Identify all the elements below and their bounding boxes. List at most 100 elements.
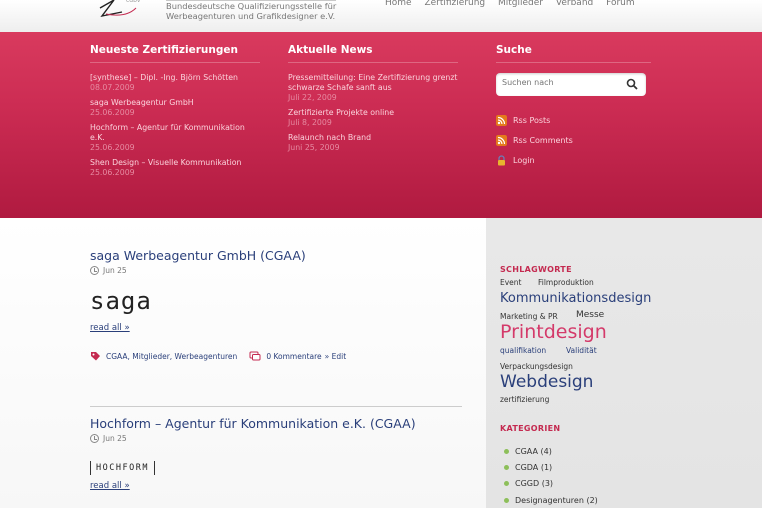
certification-date: 25.06.2009 [90,143,135,152]
certification-item[interactable]: Hochform – Agentur für Kommunikation e.K… [90,123,260,153]
category-name[interactable]: CGDA [515,463,538,472]
news-date: Juni 25, 2009 [288,143,340,152]
category-name[interactable]: Designagenturen [515,496,584,505]
certifications-column: Neueste Zertifizierungen [synthese] – Di… [90,44,260,183]
site-header: cdbv Bundesdeutsche Qualifizierungsstell… [0,0,762,32]
featured-banner: Neueste Zertifizierungen [synthese] – Di… [0,32,762,218]
certification-item[interactable]: Shen Design – Visuelle Kommunikation 25.… [90,158,260,178]
tag-event[interactable]: Event [500,278,522,287]
news-item[interactable]: Relaunch nach Brand Juni 25, 2009 [288,133,463,153]
tags-heading: SCHLAGWORTE [500,265,572,274]
tag-webdesign[interactable]: Webdesign [500,372,593,392]
post-title[interactable]: Hochform – Agentur für Kommunikation e.K… [90,416,462,431]
news-column: Aktuelle News Pressemitteilung: Eine Zer… [288,44,463,158]
search-column: Suche Rss Posts Rss [496,44,656,166]
login-link[interactable]: Login [496,155,656,166]
news-date: Juli 8, 2009 [288,118,332,127]
news-heading: Aktuelle News [288,44,458,63]
certification-date: 25.06.2009 [90,108,135,117]
certification-item[interactable]: saga Werbeagentur GmbH 25.06.2009 [90,98,260,118]
sidebar: SCHLAGWORTE Event Filmproduktion Kommuni… [486,218,762,508]
rss-posts-label[interactable]: Rss Posts [513,116,550,125]
category-item[interactable]: CGAA (4) [504,447,552,456]
tag-qualifikation[interactable]: qualifikation [500,346,546,355]
category-item[interactable]: CGDA (1) [504,463,552,472]
post-saga: saga Werbeagentur GmbH (CGAA) Jun 25 sag… [90,248,462,362]
news-item[interactable]: Pressemitteilung: Eine Zertifizierung gr… [288,73,463,103]
category-item[interactable]: CGGD (3) [504,479,553,488]
svg-text:cdbv: cdbv [126,0,141,4]
tag-zertifizierung[interactable]: zertifizierung [500,395,549,404]
post-date: Jun 25 [90,266,462,275]
certification-title[interactable]: Hochform – Agentur für Kommunikation e.K… [90,123,260,143]
post-date: Jun 25 [90,434,462,443]
certification-title[interactable]: Shen Design – Visuelle Kommunikation [90,158,260,168]
edit-link[interactable]: » Edit [325,352,347,361]
certification-title[interactable]: [synthese] – Dipl. -Ing. Björn Schötten [90,73,260,83]
news-title[interactable]: Pressemitteilung: Eine Zertifizierung gr… [288,73,463,93]
clock-icon [90,434,99,443]
post-title[interactable]: saga Werbeagentur GmbH (CGAA) [90,248,462,263]
main-nav: Home Zertifizierung Mitglieder Verband F… [385,0,645,8]
search-heading: Suche [496,44,651,63]
comment-icon [249,351,261,361]
categories-heading: KATEGORIEN [500,424,561,433]
search-box[interactable] [496,73,646,96]
news-item[interactable]: Zertifizierte Projekte online Juli 8, 20… [288,108,463,128]
read-all-link[interactable]: read all » [90,481,462,491]
logo-subtitle-line1: Bundesdeutsche Qualifizierungsstelle für [166,0,337,11]
category-item[interactable]: Designagenturen (2) [504,496,598,505]
read-all-link[interactable]: read all » [90,323,462,333]
tag-icon [91,352,100,361]
post-comments[interactable]: 0 Kommentare [266,352,321,361]
rss-icon [496,115,507,126]
news-title[interactable]: Zertifizierte Projekte online [288,108,463,118]
rss-posts-link[interactable]: Rss Posts [496,115,656,126]
search-input[interactable] [502,78,622,87]
post-date-text: Jun 25 [103,434,127,443]
post-categories[interactable]: CGAA, Mitglieder, Werbeagenturen [106,352,237,361]
nav-forum[interactable]: Forum [606,0,635,8]
certification-item[interactable]: [synthese] – Dipl. -Ing. Björn Schötten … [90,73,260,93]
nav-verband[interactable]: Verband [556,0,593,8]
news-title[interactable]: Relaunch nach Brand [288,133,463,143]
login-label[interactable]: Login [513,156,535,165]
tag-filmproduktion[interactable]: Filmproduktion [538,278,594,287]
bullet-icon [504,465,509,470]
tag-verpackungsdesign[interactable]: Verpackungsdesign [500,362,573,371]
certification-date: 25.06.2009 [90,168,135,177]
clock-icon [90,266,99,275]
search-icon[interactable] [626,78,638,90]
tag-validitaet[interactable]: Validität [566,346,597,355]
rss-comments-link[interactable]: Rss Comments [496,135,656,146]
nav-mitglieder[interactable]: Mitglieder [498,0,543,8]
category-count: (3) [541,479,554,488]
certifications-heading: Neueste Zertifizierungen [90,44,260,63]
rss-comments-label[interactable]: Rss Comments [513,136,573,145]
saga-logo[interactable]: saga [90,287,462,317]
category-name[interactable]: CGGD [515,479,539,488]
certification-title[interactable]: saga Werbeagentur GmbH [90,98,260,108]
bullet-icon [504,481,509,486]
tag-printdesign[interactable]: Printdesign [500,321,607,343]
tag-kommunikationsdesign[interactable]: Kommunikationsdesign [500,291,651,306]
hochform-logo[interactable]: HOCHFORM [90,461,155,475]
category-count: (2) [586,496,598,505]
main-content: saga Werbeagentur GmbH (CGAA) Jun 25 sag… [0,218,486,508]
post-divider [90,406,462,407]
rss-icon [496,135,507,146]
bullet-icon [504,498,509,503]
post-date-text: Jun 25 [103,266,127,275]
tag-messe[interactable]: Messe [576,310,604,320]
nav-zertifizierung[interactable]: Zertifizierung [424,0,485,8]
nav-home[interactable]: Home [385,0,412,8]
category-name[interactable]: CGAA [515,447,538,456]
post-meta: CGAA, Mitglieder, Werbeagenturen 0 Komme… [90,351,462,362]
certification-date: 08.07.2009 [90,83,135,92]
logo-mark[interactable]: cdbv [96,0,162,22]
lock-icon [498,155,505,166]
post-hochform: Hochform – Agentur für Kommunikation e.K… [90,416,462,491]
logo-subtitle: Bundesdeutsche Qualifizierungsstelle für… [166,0,337,21]
bullet-icon [504,449,509,454]
tag-marketing-pr[interactable]: Marketing & PR [500,312,558,321]
